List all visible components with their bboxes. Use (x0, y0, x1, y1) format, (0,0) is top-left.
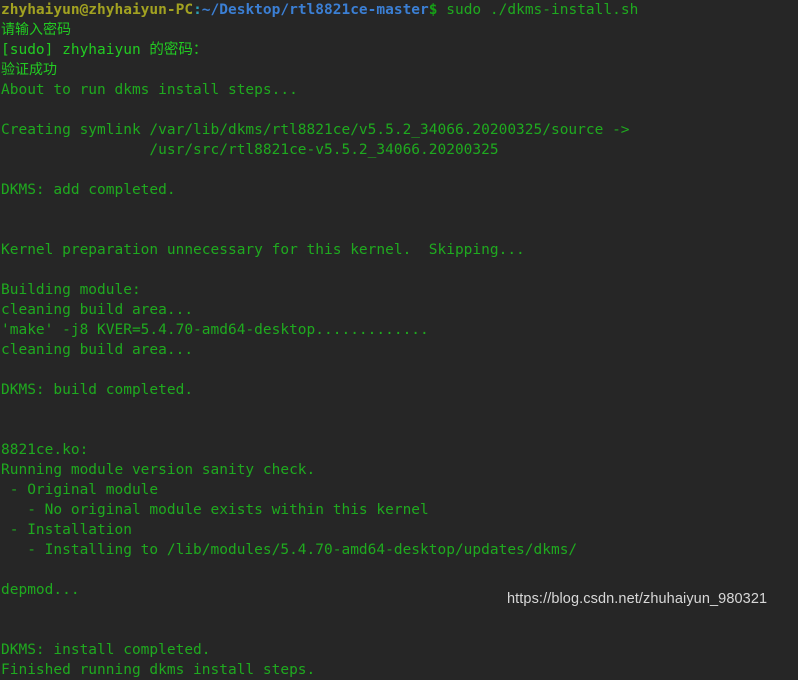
terminal-output-line: cleaning build area... (1, 302, 194, 318)
terminal-output-line: - Original module (1, 482, 159, 498)
terminal-output-line: DKMS: add completed. (1, 182, 176, 198)
watermark-url: https://blog.csdn.net/zhuhaiyun_980321 (507, 591, 768, 607)
prompt-user-host: zhyhaiyun@zhyhaiyun-PC (1, 2, 194, 18)
terminal-output-line: Kernel preparation unnecessary for this … (1, 242, 525, 258)
terminal-output-line: [sudo] zhyhaiyun 的密码： (1, 42, 208, 58)
terminal-output-line: 8821ce.ko: (1, 442, 89, 458)
terminal-output-line: DKMS: install completed. (1, 642, 211, 658)
terminal-output-line: About to run dkms install steps... (1, 82, 298, 98)
terminal-output-line: 'make' -j8 KVER=5.4.70-amd64-desktop....… (1, 322, 429, 338)
terminal-output-line: Running module version sanity check. (1, 462, 316, 478)
terminal-output-line: /usr/src/rtl8821ce-v5.5.2_34066.20200325 (1, 142, 499, 158)
terminal-prompt-line: zhyhaiyun@zhyhaiyun-PC:~/Desktop/rtl8821… (0, 0, 798, 20)
terminal-output-line: Finished running dkms install steps. (1, 662, 316, 678)
terminal-output-line: cleaning build area... (1, 342, 194, 358)
terminal-output-line: DKMS: build completed. (1, 382, 194, 398)
terminal-output-line: 验证成功 (1, 62, 57, 78)
terminal-output-line: - Installation (1, 522, 132, 538)
terminal-output-line: Creating symlink /var/lib/dkms/rtl8821ce… (1, 122, 630, 138)
terminal-output: 请输入密码 [sudo] zhyhaiyun 的密码： 验证成功 About to r… (0, 20, 798, 680)
terminal-output-line: 请输入密码 (1, 22, 71, 38)
prompt-path: ~/Desktop/rtl8821ce-master (201, 2, 429, 18)
prompt-command: sudo ./dkms-install.sh (437, 2, 639, 18)
terminal-output-line: - No original module exists within this … (1, 502, 429, 518)
terminal-window[interactable]: zhyhaiyun@zhyhaiyun-PC:~/Desktop/rtl8821… (0, 0, 798, 678)
prompt-separator: : (193, 2, 202, 18)
prompt-symbol: $ (428, 2, 438, 18)
terminal-output-line: Building module: (1, 282, 141, 298)
terminal-output-line: - Installing to /lib/modules/5.4.70-amd6… (1, 542, 578, 558)
